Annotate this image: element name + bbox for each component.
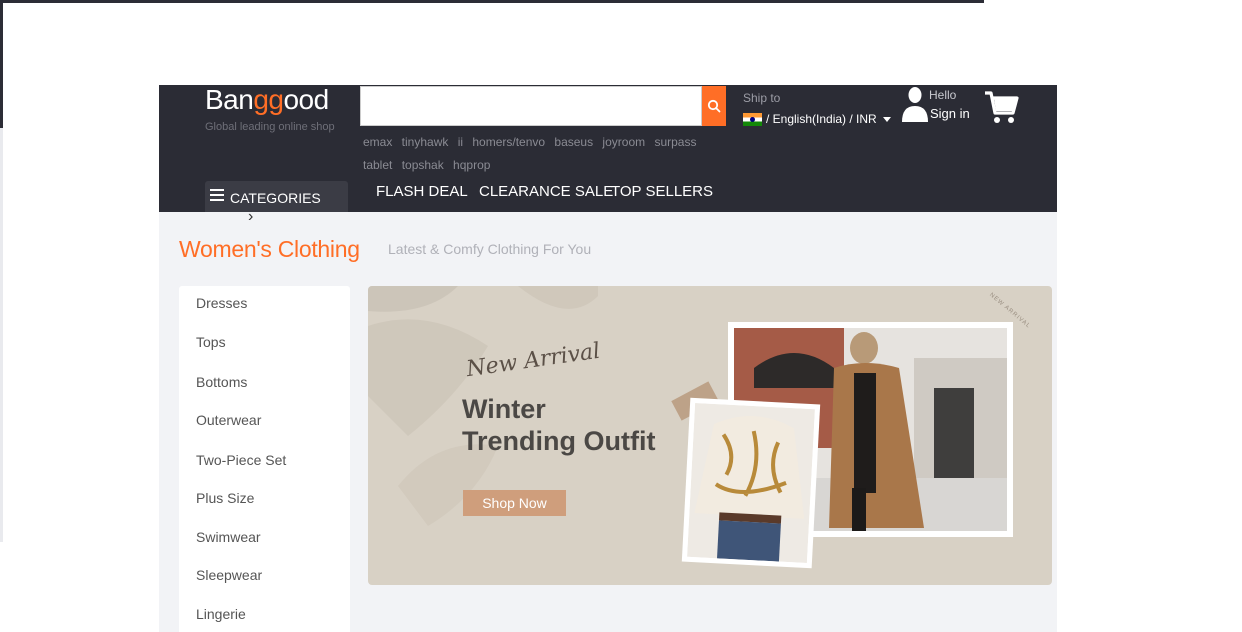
logo-text-3: ood <box>283 84 329 115</box>
banner-headline-line1: Winter <box>462 394 546 424</box>
sign-in-link[interactable]: Sign in <box>930 106 970 121</box>
menu-icon <box>210 189 224 201</box>
sidebar-item-two-piece-set[interactable]: Two-Piece Set <box>196 452 286 468</box>
left-border-line <box>0 0 3 128</box>
sidebar-item-dresses[interactable]: Dresses <box>196 295 247 311</box>
sidebar-item-lingerie[interactable]: Lingerie <box>196 606 246 622</box>
sidebar-item-tops[interactable]: Tops <box>196 334 226 350</box>
search-icon <box>707 99 721 113</box>
chevron-right-icon[interactable]: › <box>248 208 253 226</box>
sidebar-item-sleepwear[interactable]: Sleepwear <box>196 567 262 583</box>
user-icon[interactable] <box>901 85 929 123</box>
nav-top-sellers[interactable]: TOP SELLERS <box>611 183 713 200</box>
banggood-logo[interactable]: Banggood <box>205 85 329 115</box>
top-border-line <box>0 0 984 3</box>
cart-icon[interactable] <box>983 89 1019 125</box>
ship-to-label: Ship to <box>743 91 781 105</box>
left-border-line-light <box>0 128 3 542</box>
section-subtitle: Latest & Comfy Clothing For You <box>388 241 592 257</box>
banner-headline-line2: Trending Outfit <box>462 426 656 456</box>
category-sidebar: Dresses Tops Bottoms Outerwear Two-Piece… <box>179 286 350 632</box>
main-content: › Women's Clothing Latest & Comfy Clothi… <box>159 208 1057 632</box>
sidebar-item-bottoms[interactable]: Bottoms <box>196 374 247 390</box>
caret-down-icon <box>882 116 891 122</box>
logo-text-1: Ban <box>205 84 254 115</box>
promo-banner[interactable]: New Arrival Winter Trending Outfit Shop … <box>368 286 1052 585</box>
sidebar-item-plus-size[interactable]: Plus Size <box>196 490 254 506</box>
banner-headline: Winter Trending Outfit <box>462 393 655 457</box>
nav-clearance-sale[interactable]: CLEARANCE SALE <box>479 183 613 200</box>
sidebar-item-outerwear[interactable]: Outerwear <box>196 412 261 428</box>
language-currency-selector[interactable]: / English(India) / INR <box>743 112 891 126</box>
blouse-photo-frame <box>681 397 821 569</box>
logo-text-2: gg <box>253 84 284 115</box>
section-title: Women's Clothing <box>179 236 360 262</box>
blouse-photo <box>687 402 815 564</box>
logo-tagline: Global leading online shop <box>205 121 335 133</box>
site-header: Banggood Global leading online shop emax… <box>159 85 1057 215</box>
india-flag-icon <box>743 112 762 126</box>
categories-label: CATEGORIES <box>230 190 321 206</box>
hello-text: Hello <box>929 88 957 102</box>
hot-search-keywords[interactable]: emax tinyhawk ii homers/tenvo baseus joy… <box>363 131 723 177</box>
search-button[interactable] <box>702 86 726 126</box>
categories-button[interactable]: CATEGORIES <box>205 181 348 215</box>
shop-now-button[interactable]: Shop Now <box>463 490 566 516</box>
language-currency-text: / English(India) / INR <box>766 112 877 126</box>
search-input[interactable] <box>360 86 702 126</box>
nav-flash-deal[interactable]: FLASH DEAL <box>376 183 468 200</box>
sidebar-item-swimwear[interactable]: Swimwear <box>196 529 261 545</box>
